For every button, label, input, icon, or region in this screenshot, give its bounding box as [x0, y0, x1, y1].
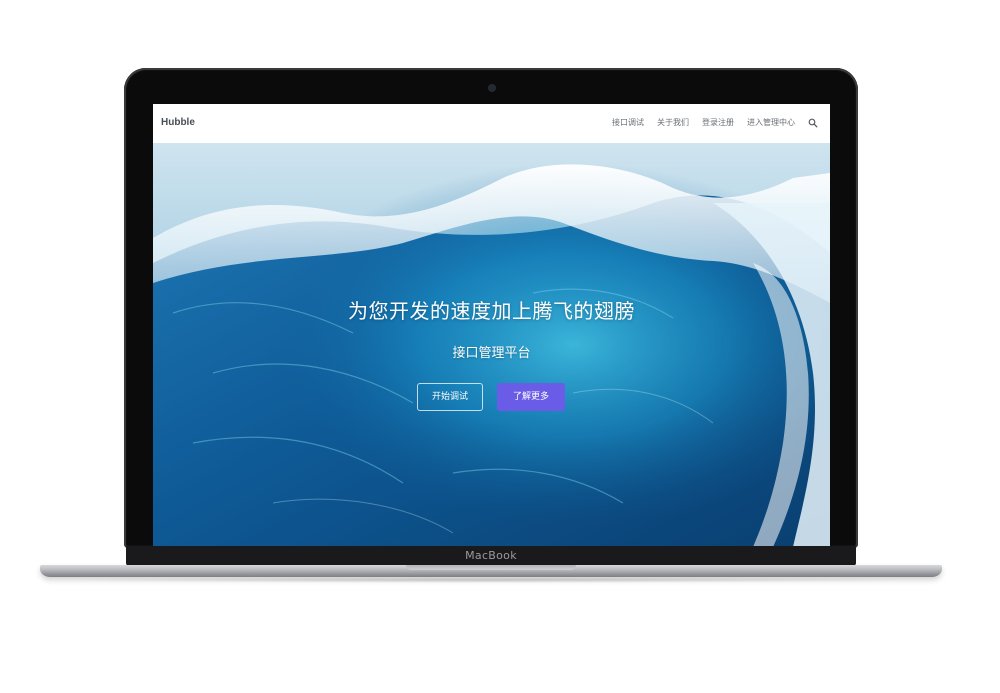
hero-section: 为您开发的速度加上腾飞的翅膀 接口管理平台 开始调试 了解更多: [153, 143, 830, 547]
nav-link-admin-center[interactable]: 进入管理中心: [747, 117, 795, 128]
brand-logo[interactable]: Hubble: [161, 117, 195, 128]
hero-title: 为您开发的速度加上腾飞的翅膀: [348, 299, 635, 323]
start-debug-button[interactable]: 开始调试: [417, 383, 483, 411]
nav-link-login-register[interactable]: 登录注册: [702, 117, 734, 128]
laptop-chin: MacBook: [126, 546, 856, 566]
camera-icon: [489, 85, 495, 91]
learn-more-button[interactable]: 了解更多: [497, 383, 565, 411]
nav-link-about[interactable]: 关于我们: [657, 117, 689, 128]
nav-links: 接口调试 关于我们 登录注册 进入管理中心: [612, 117, 818, 128]
device-label: MacBook: [465, 549, 517, 562]
product-mockup: Hubble 接口调试 关于我们 登录注册 进入管理中心 为您开发的速度加上腾飞…: [0, 0, 1000, 693]
laptop-screen: Hubble 接口调试 关于我们 登录注册 进入管理中心 为您开发的速度加上腾飞…: [153, 104, 830, 547]
laptop-hinge-notch: [406, 565, 576, 570]
search-icon[interactable]: [808, 118, 818, 128]
top-navbar: Hubble 接口调试 关于我们 登录注册 进入管理中心: [153, 104, 830, 144]
nav-link-api-debug[interactable]: 接口调试: [612, 117, 644, 128]
laptop-shadow: [60, 577, 922, 583]
hero-subtitle: 接口管理平台: [452, 346, 531, 361]
